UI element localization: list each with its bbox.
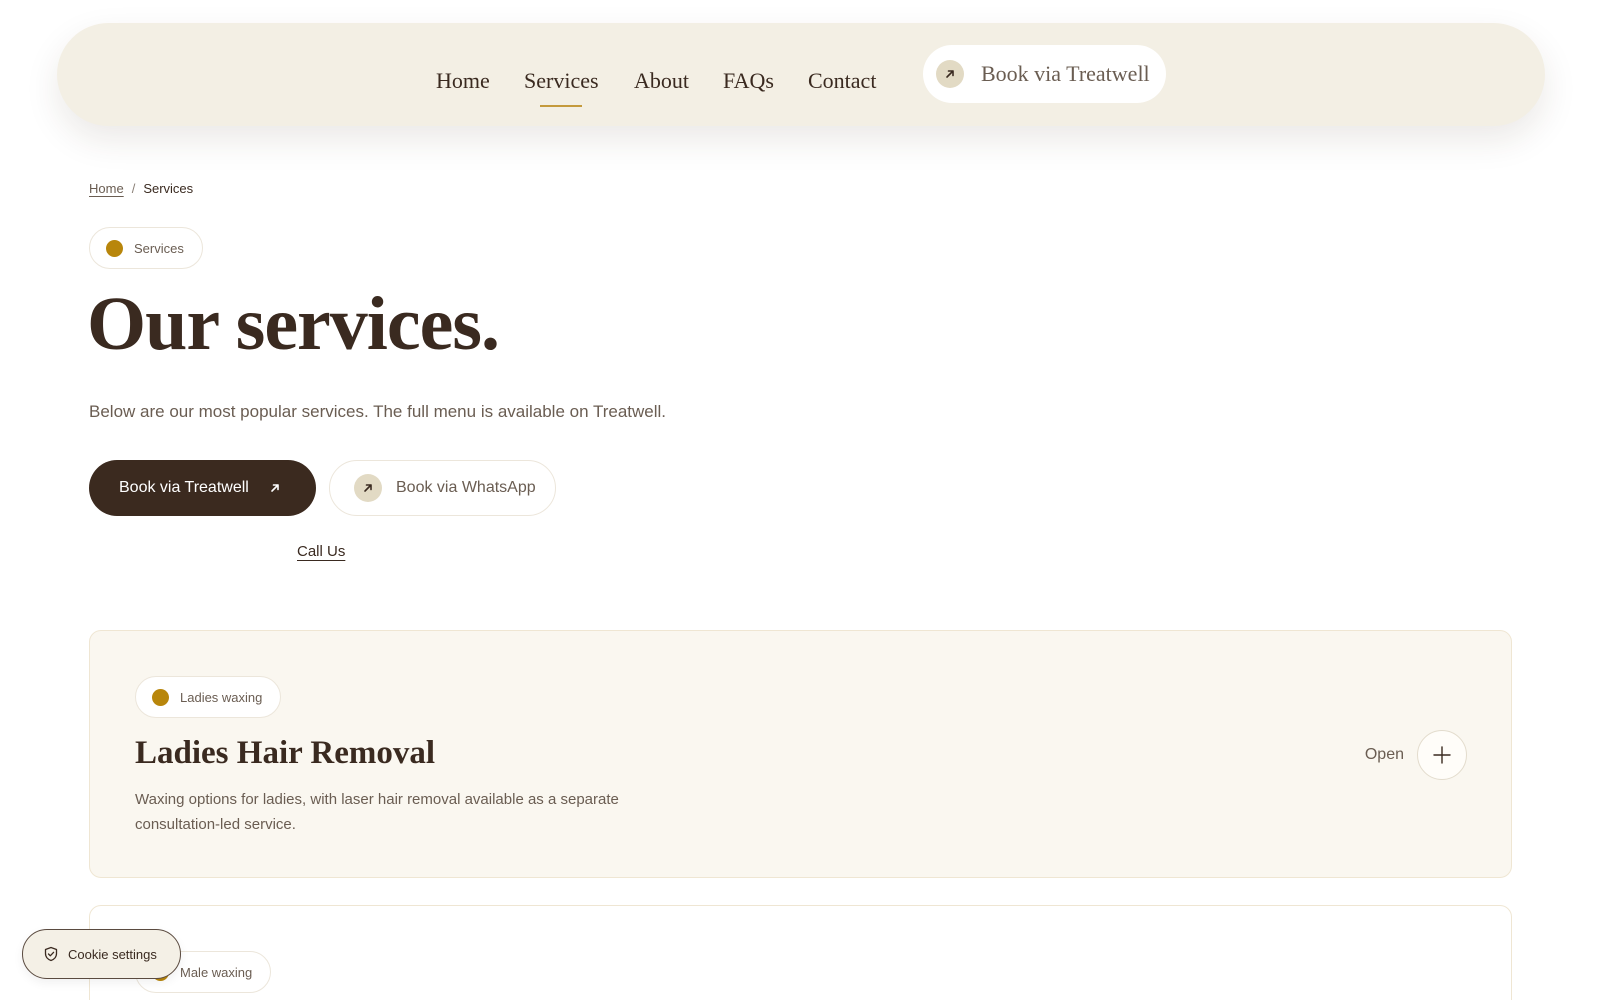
arrow-up-right-icon: [269, 482, 281, 494]
breadcrumb-home-link[interactable]: Home: [89, 181, 124, 196]
page-intro: Below are our most popular services. The…: [89, 402, 667, 421]
header-cta-label: Book via Treatwell: [981, 61, 1150, 86]
service-card: Ladies waxing Ladies Hair Removal Waxing…: [89, 630, 1512, 878]
service-category-pill: Ladies waxing: [135, 676, 282, 718]
service-category-label: Male waxing: [180, 964, 253, 980]
service-expand-toggle[interactable]: Open: [1365, 730, 1467, 780]
service-description: Waxing options for ladies, with laser ha…: [135, 791, 619, 833]
arrow-up-right-icon: [936, 60, 964, 88]
arrow-up-right-icon: [354, 474, 382, 502]
cookie-settings-label: Cookie settings: [68, 946, 157, 962]
nav-link-faqs[interactable]: FAQs: [723, 68, 774, 94]
plus-icon[interactable]: [1417, 730, 1467, 780]
call-us-link[interactable]: Call Us: [297, 543, 345, 560]
nav-link-about[interactable]: About: [634, 68, 689, 94]
book-treatwell-label: Book via Treatwell: [119, 479, 249, 496]
breadcrumb-separator: /: [131, 181, 136, 196]
service-category-label: Ladies waxing: [180, 689, 263, 705]
main-nav: Home Services About FAQs Contact: [57, 23, 1545, 126]
page-title: Our services.: [87, 282, 500, 366]
site-header: Home Services About FAQs Contact Book vi…: [57, 23, 1545, 126]
header-book-treatwell-button[interactable]: Book via Treatwell: [923, 45, 1166, 103]
section-pill-label: Services: [134, 240, 184, 256]
service-title: Ladies Hair Removal: [135, 735, 436, 771]
book-whatsapp-button[interactable]: Book via WhatsApp: [329, 460, 556, 516]
shield-check-icon: [43, 946, 59, 962]
nav-link-services[interactable]: Services: [524, 68, 599, 94]
book-treatwell-button[interactable]: Book via Treatwell: [89, 460, 316, 516]
nav-link-contact[interactable]: Contact: [808, 68, 876, 94]
gold-dot-icon: [152, 688, 169, 706]
cookie-settings-button[interactable]: Cookie settings: [22, 929, 181, 979]
service-card: Male waxing: [89, 905, 1512, 1000]
nav-link-home[interactable]: Home: [436, 68, 490, 94]
book-whatsapp-label: Book via WhatsApp: [396, 479, 536, 496]
breadcrumb: Home / Services: [89, 181, 193, 196]
section-pill: Services: [89, 227, 203, 269]
gold-dot-icon: [106, 239, 123, 257]
service-toggle-label: Open: [1364, 746, 1404, 763]
breadcrumb-current: Services: [143, 181, 194, 196]
